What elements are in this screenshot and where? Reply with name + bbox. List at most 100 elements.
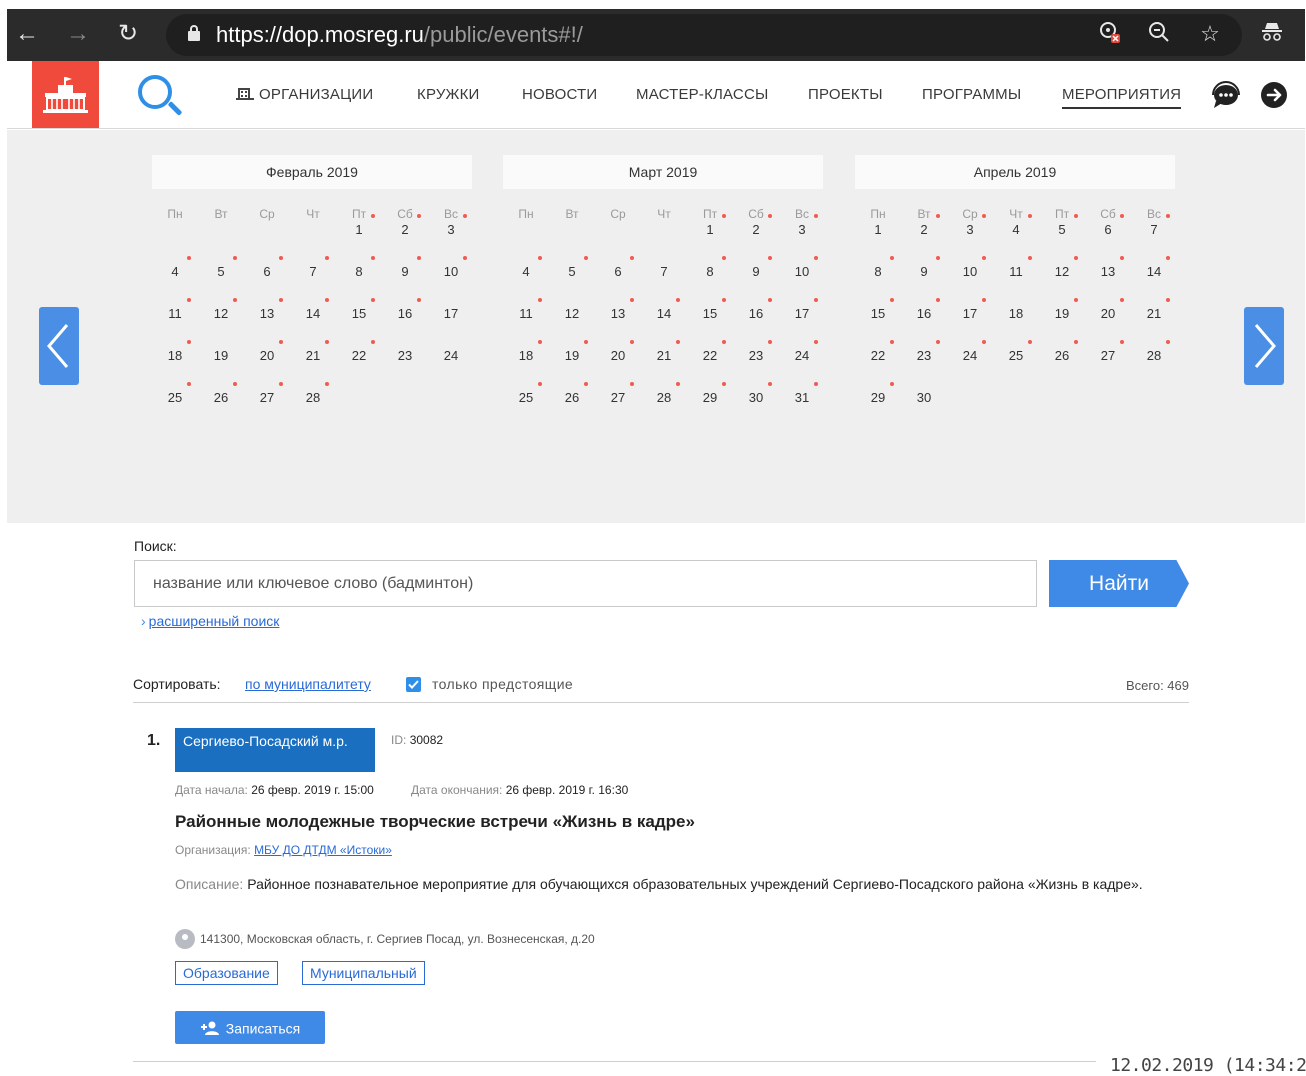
reload-icon[interactable]: ↻ [113,19,143,49]
calendar-day[interactable]: 13 [595,298,641,321]
calendar-day[interactable]: 21 [290,340,336,363]
calendar-day[interactable]: 11 [503,298,549,321]
back-icon[interactable]: ← [12,19,42,49]
calendar-day[interactable]: 20 [1085,298,1131,321]
calendar-day[interactable]: 10 [779,256,825,279]
calendar-day[interactable]: 19 [549,340,595,363]
forward-icon[interactable]: → [63,19,93,49]
calendar-day[interactable]: 1 [687,214,733,237]
calendar-day[interactable]: 2 [382,214,428,237]
calendar-day[interactable]: 31 [779,382,825,405]
nav-item-organizations[interactable]: ОРГАНИЗАЦИИ [236,86,373,103]
map-pin-icon[interactable] [175,929,195,949]
calendar-day[interactable]: 24 [947,340,993,363]
incognito-icon[interactable] [1257,19,1287,49]
calendar-day[interactable]: 13 [244,298,290,321]
login-icon[interactable] [1260,81,1290,111]
calendar-day[interactable]: 9 [382,256,428,279]
calendar-day[interactable]: 14 [641,298,687,321]
calendar-day[interactable]: 28 [1131,340,1177,363]
calendar-day[interactable]: 16 [733,298,779,321]
calendar-day[interactable]: 18 [993,306,1039,321]
calendar-day[interactable]: 22 [687,340,733,363]
calendar-day[interactable]: 12 [549,306,595,321]
calendar-prev-button[interactable] [39,307,79,385]
calendar-day[interactable]: 20 [244,340,290,363]
calendar-day[interactable]: 26 [198,382,244,405]
calendar-day[interactable]: 25 [152,382,198,405]
calendar-day[interactable]: 19 [198,348,244,363]
calendar-day[interactable]: 22 [855,340,901,363]
calendar-day[interactable]: 25 [503,382,549,405]
calendar-day[interactable]: 11 [152,298,198,321]
calendar-day[interactable]: 2 [901,214,947,237]
nav-item-programs[interactable]: ПРОГРАММЫ [922,86,1021,103]
tag-education[interactable]: Образование [175,961,278,985]
calendar-day[interactable]: 17 [428,306,474,321]
nav-item-clubs[interactable]: КРУЖКИ [417,86,480,103]
calendar-next-button[interactable] [1244,307,1284,385]
calendar-day[interactable]: 12 [198,298,244,321]
calendar-day[interactable]: 19 [1039,298,1085,321]
calendar-day[interactable]: 8 [336,256,382,279]
calendar-day[interactable]: 10 [428,256,474,279]
calendar-day[interactable]: 12 [1039,256,1085,279]
advanced-search-link[interactable]: › расширенный поиск [141,613,279,629]
calendar-day[interactable]: 18 [503,340,549,363]
calendar-day[interactable]: 17 [779,298,825,321]
calendar-day[interactable]: 1 [855,222,901,237]
calendar-day[interactable]: 29 [687,382,733,405]
calendar-day[interactable]: 4 [503,256,549,279]
calendar-day[interactable]: 22 [336,340,382,363]
district-badge[interactable]: Сергиево-Посадский м.р. [175,728,375,772]
calendar-day[interactable]: 27 [244,382,290,405]
search-input[interactable] [134,560,1037,607]
tag-municipal[interactable]: Муниципальный [302,961,425,985]
calendar-day[interactable]: 7 [641,264,687,279]
signup-button[interactable]: Записаться [175,1011,325,1044]
calendar-day[interactable]: 11 [993,256,1039,279]
calendar-day[interactable]: 4 [993,214,1039,237]
calendar-day[interactable]: 21 [641,340,687,363]
calendar-day[interactable]: 28 [290,382,336,405]
site-logo[interactable] [32,61,99,128]
calendar-day[interactable]: 15 [336,298,382,321]
calendar-day[interactable]: 27 [595,382,641,405]
nav-item-news[interactable]: НОВОСТИ [522,86,597,103]
calendar-day[interactable]: 6 [595,256,641,279]
tracking-protection-icon[interactable] [1095,19,1125,49]
calendar-day[interactable]: 30 [901,390,947,405]
calendar-day[interactable]: 30 [733,382,779,405]
support-chat-icon[interactable] [1210,81,1240,111]
calendar-day[interactable]: 26 [549,382,595,405]
calendar-day[interactable]: 13 [1085,256,1131,279]
calendar-day[interactable]: 26 [1039,340,1085,363]
calendar-day[interactable]: 18 [152,340,198,363]
calendar-day[interactable]: 9 [901,256,947,279]
nav-item-events[interactable]: МЕРОПРИЯТИЯ [1062,86,1182,109]
calendar-day[interactable]: 24 [428,348,474,363]
calendar-day[interactable]: 6 [244,256,290,279]
nav-item-masterclasses[interactable]: МАСТЕР-КЛАССЫ [636,86,768,103]
calendar-day[interactable]: 5 [549,256,595,279]
calendar-day[interactable]: 10 [947,256,993,279]
sort-by-municipality-link[interactable]: по муниципалитету [245,676,371,692]
address-bar[interactable]: https://dop.mosreg.ru/public/events#!/ [166,14,1242,56]
calendar-day[interactable]: 4 [152,256,198,279]
calendar-day[interactable]: 8 [687,256,733,279]
url-text[interactable]: https://dop.mosreg.ru/public/events#!/ [216,22,583,48]
star-icon[interactable]: ☆ [1195,19,1225,49]
calendar-day[interactable]: 8 [855,256,901,279]
calendar-day[interactable]: 15 [687,298,733,321]
calendar-day[interactable]: 20 [595,340,641,363]
calendar-day[interactable]: 25 [993,340,1039,363]
calendar-day[interactable]: 23 [901,340,947,363]
calendar-day[interactable]: 7 [1131,214,1177,237]
search-icon[interactable] [138,75,184,121]
calendar-day[interactable]: 29 [855,382,901,405]
calendar-day[interactable]: 2 [733,214,779,237]
calendar-day[interactable]: 21 [1131,298,1177,321]
calendar-day[interactable]: 23 [382,348,428,363]
find-button[interactable]: Найти [1049,560,1189,607]
nav-item-projects[interactable]: ПРОЕКТЫ [808,86,883,103]
